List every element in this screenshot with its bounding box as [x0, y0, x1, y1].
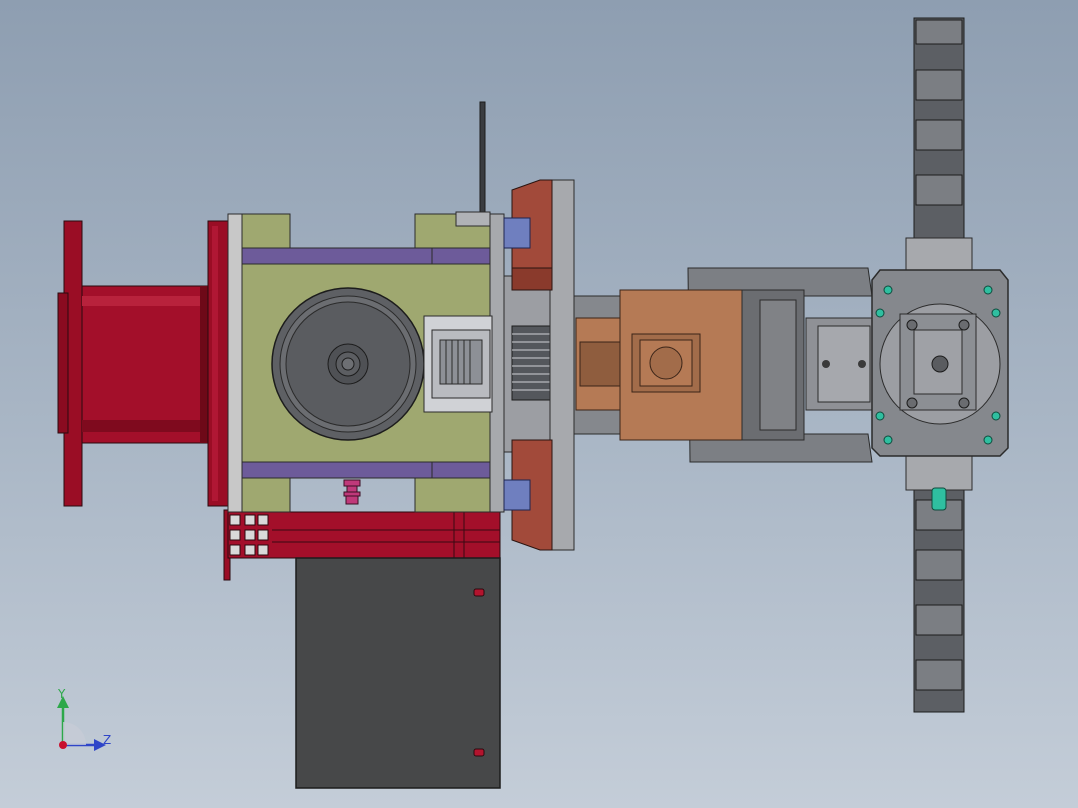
control-box[interactable] [295, 557, 501, 789]
y-axis-label: Y [57, 687, 66, 701]
main-wheel[interactable] [271, 287, 425, 441]
z-axis-label: Z [103, 733, 111, 747]
gearbox-housing[interactable] [871, 269, 1009, 457]
drive-shaft[interactable] [423, 315, 493, 413]
spline-gear[interactable] [503, 275, 557, 453]
cad-model-view[interactable]: Y Z [0, 0, 1078, 808]
red-drum[interactable] [57, 220, 229, 507]
axis-triad: Y Z [57, 687, 111, 751]
output-coupler[interactable] [805, 317, 879, 411]
cad-viewport[interactable]: Y Z [0, 0, 1078, 808]
